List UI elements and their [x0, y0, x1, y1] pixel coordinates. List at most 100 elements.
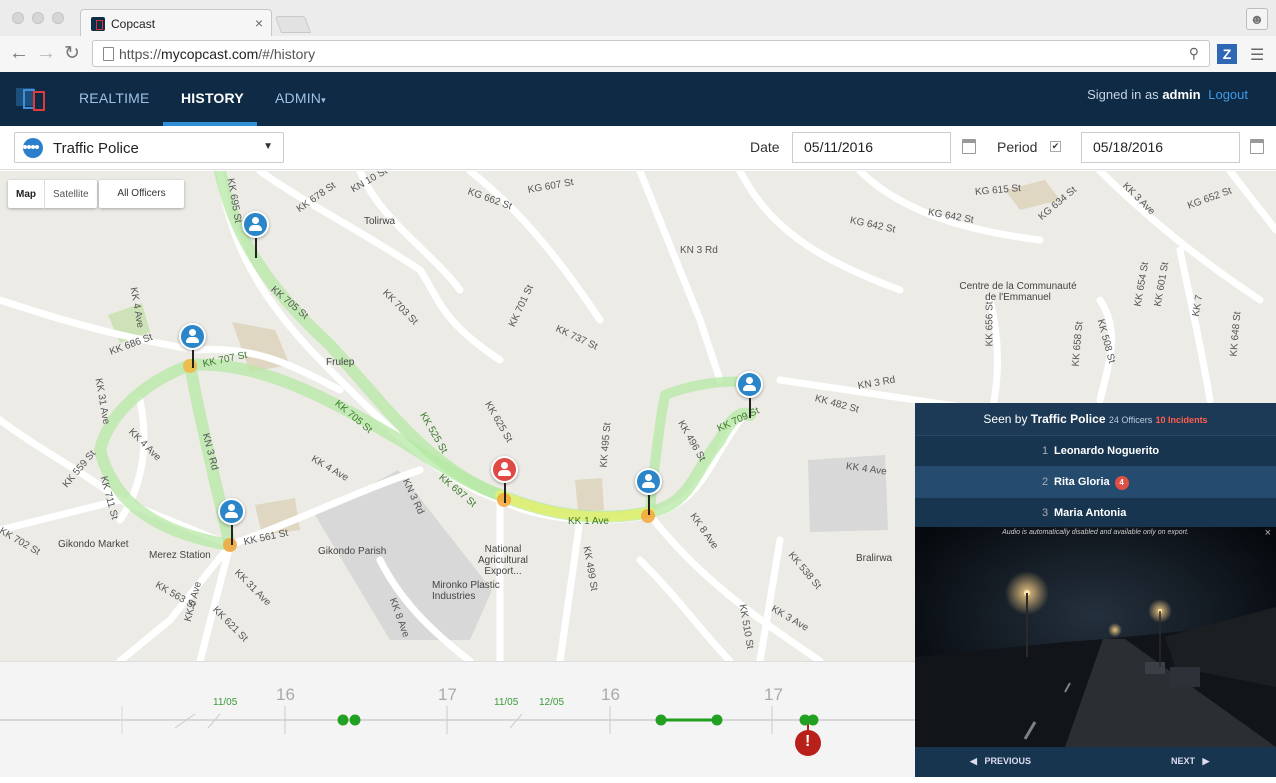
incident-count: 10 Incidents: [1155, 415, 1208, 425]
group-select-value: Traffic Police: [53, 140, 139, 157]
back-arrow-icon[interactable]: ←: [9, 42, 29, 65]
chevron-left-icon: ◀: [970, 756, 977, 766]
poi-label: Mironko Plastic Industries: [432, 580, 500, 602]
poi-label: Frulep: [326, 357, 355, 368]
officer-number: 2: [1042, 476, 1049, 488]
map-type-control: Map Satellite: [8, 180, 97, 209]
app-navbar: REALTIME HISTORY ADMIN▾ Signed in as adm…: [0, 72, 1276, 126]
timeline-tick: 17: [438, 685, 457, 704]
officer-pin-icon[interactable]: [635, 468, 662, 495]
alert-icon[interactable]: !: [805, 733, 810, 751]
map-type-map-button[interactable]: Map: [8, 180, 44, 209]
address-bar[interactable]: https://mycopcast.com/#/history ⚲: [92, 40, 1210, 67]
signed-in-prefix: Signed in as: [1087, 87, 1159, 102]
nav-realtime[interactable]: REALTIME: [79, 90, 150, 106]
timeline-date: 11/05: [213, 697, 238, 708]
officer-name: Rita Gloria 4: [1054, 476, 1129, 490]
previous-button[interactable]: ◀ PREVIOUS: [970, 756, 1031, 767]
date-from-input[interactable]: 05/11/2016: [792, 132, 951, 163]
group-icon: [23, 138, 43, 158]
panel-group-name: Traffic Police: [1030, 412, 1106, 426]
audio-disabled-note: Audio is automatically disabled and avai…: [1002, 529, 1189, 536]
browser-menu-icon[interactable]: ☰: [1250, 45, 1264, 65]
officer-pin-icon[interactable]: [218, 498, 245, 525]
period-label: Period: [997, 139, 1038, 155]
officer-count: 24 Officers: [1108, 415, 1153, 425]
incident-pin-icon[interactable]: [491, 456, 518, 483]
video-player[interactable]: Audio is automatically disabled and avai…: [915, 527, 1276, 747]
pin-stem: [648, 495, 650, 515]
timeline-date: 12/05: [539, 697, 565, 708]
window-close-button[interactable]: [12, 12, 24, 24]
street-label: KK 1 Ave: [568, 516, 609, 527]
profile-icon[interactable]: ☻: [1246, 8, 1268, 30]
nav-history[interactable]: HISTORY: [181, 90, 244, 106]
incident-badge: 4: [1114, 476, 1129, 490]
date-label: Date: [750, 139, 780, 155]
poi-label: Gikondo Market: [58, 539, 129, 550]
panel-navigation: ◀ PREVIOUS NEXT ▶: [915, 747, 1276, 777]
filter-bar: Traffic Police ▼ Date 05/11/2016 Period …: [0, 126, 1276, 170]
officer-name: Maria Antonia: [1054, 507, 1127, 519]
timeline-tick: 16: [276, 685, 295, 704]
officer-pin-icon[interactable]: [242, 211, 269, 238]
video-close-icon[interactable]: ×: [1265, 527, 1271, 539]
period-checkbox[interactable]: ✔: [1050, 141, 1061, 152]
date-to-input[interactable]: 05/18/2016: [1081, 132, 1240, 163]
zotero-extension-icon[interactable]: Z: [1217, 44, 1237, 64]
poi-label: Gikondo Parish: [318, 546, 387, 557]
poi-label: Centre de la Communauté de l'Emmanuel: [959, 281, 1077, 303]
group-select[interactable]: Traffic Police ▼: [14, 132, 284, 163]
officer-pin-icon[interactable]: [179, 323, 206, 350]
timeline-tick: 16: [601, 685, 620, 704]
poi-label: National Agricultural Export...: [477, 544, 529, 577]
incident-panel: Seen by Traffic Police 24 Officers 10 In…: [915, 403, 1276, 777]
officer-pin-icon[interactable]: [736, 371, 763, 398]
pin-stem: [192, 350, 194, 368]
officer-row[interactable]: 1 Leonardo Noguerito: [915, 435, 1276, 466]
pin-stem: [749, 398, 751, 418]
window-zoom-button[interactable]: [52, 12, 64, 24]
nav-admin[interactable]: ADMIN▾: [275, 90, 326, 106]
signed-in-user: admin: [1162, 87, 1201, 102]
admin-caret-icon: ▾: [321, 95, 326, 105]
street-label: KK 656 St: [984, 301, 996, 347]
reload-icon[interactable]: ↻: [64, 42, 80, 65]
signed-in-info: Signed in as admin Logout: [1087, 87, 1248, 102]
browser-toolbar: ← → ↻ https://mycopcast.com/#/history ⚲ …: [0, 36, 1276, 72]
next-button[interactable]: NEXT ▶: [1171, 756, 1209, 767]
tab-close-icon[interactable]: ×: [255, 15, 263, 31]
tab-title: Copcast: [111, 17, 156, 31]
timeline[interactable]: 16 17 16 17 11/05 11/05 12/05 !: [0, 661, 915, 777]
street-label: KN 3 Rd: [680, 245, 718, 256]
map-type-satellite-button[interactable]: Satellite: [44, 180, 97, 209]
all-officers-button[interactable]: All Officers: [99, 180, 184, 208]
forward-arrow-icon[interactable]: →: [36, 42, 56, 65]
timeline-date: 11/05: [494, 697, 519, 708]
officer-row[interactable]: 2 Rita Gloria 4: [915, 466, 1276, 497]
logout-link[interactable]: Logout: [1208, 87, 1248, 102]
caret-down-icon: ▼: [263, 141, 273, 152]
poi-label: Bralirwa: [856, 553, 893, 564]
officer-number: 3: [1042, 507, 1049, 519]
key-icon[interactable]: ⚲: [1189, 45, 1199, 62]
calendar-icon[interactable]: [962, 139, 976, 154]
officer-number: 1: [1042, 445, 1049, 457]
poi-label: Tolirwa: [364, 216, 396, 227]
poi-label: Merez Station: [149, 550, 211, 561]
tab-bar: Copcast × ☻: [0, 0, 1276, 37]
chevron-right-icon: ▶: [1202, 756, 1210, 766]
copcast-logo-icon[interactable]: [16, 86, 46, 112]
panel-header: Seen by Traffic Police 24 Officers 10 In…: [915, 403, 1276, 435]
window-minimize-button[interactable]: [32, 12, 44, 24]
page-icon: [103, 47, 114, 61]
calendar-icon[interactable]: [1250, 139, 1264, 154]
url-text: https://mycopcast.com/#/history: [119, 46, 316, 62]
seen-by-label: Seen by: [983, 412, 1028, 426]
pin-stem: [231, 525, 233, 545]
officer-name: Leonardo Noguerito: [1054, 445, 1160, 457]
timeline-tick: 17: [764, 685, 783, 704]
officer-row[interactable]: 3 Maria Antonia: [915, 497, 1276, 528]
browser-tab[interactable]: Copcast ×: [80, 9, 272, 37]
new-tab-button[interactable]: [274, 16, 312, 33]
